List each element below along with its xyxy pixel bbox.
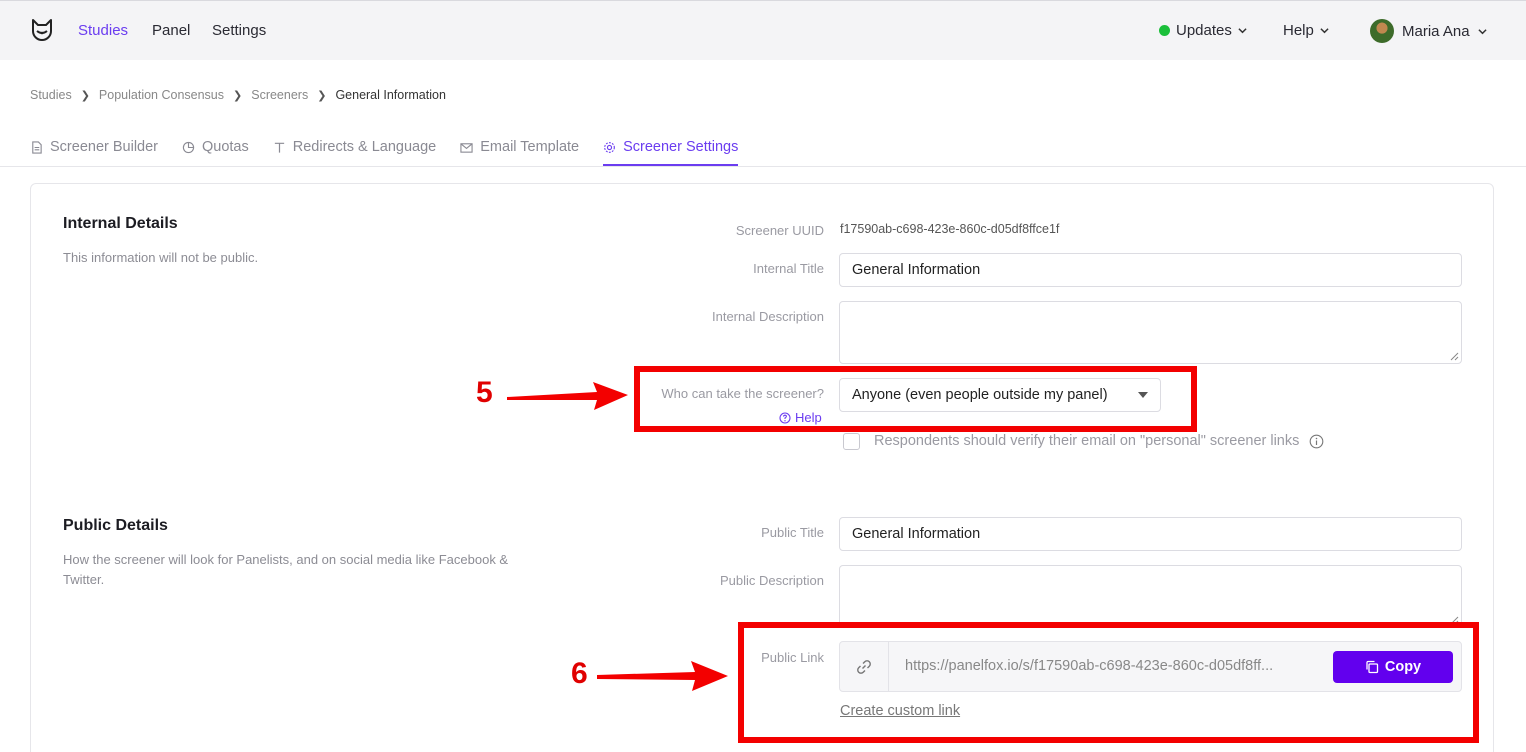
internal-details-description: This information will not be public. <box>63 250 259 265</box>
internal-description-label: Internal Description <box>712 309 824 324</box>
breadcrumb-study[interactable]: Population Consensus <box>99 88 224 102</box>
breadcrumb-current: General Information <box>335 88 446 102</box>
resize-handle-icon[interactable] <box>1450 352 1459 361</box>
tab-redirects-language[interactable]: Redirects & Language <box>273 128 437 166</box>
chevron-down-icon <box>1477 28 1487 34</box>
tab-label: Screener Settings <box>623 139 739 155</box>
internal-title-input[interactable]: General Information <box>839 253 1462 287</box>
nav-panel[interactable]: Panel <box>152 22 190 39</box>
tab-screener-builder[interactable]: Screener Builder <box>30 128 158 166</box>
chevron-right-icon: ❯ <box>317 89 327 102</box>
breadcrumb-studies[interactable]: Studies <box>30 88 72 102</box>
chevron-right-icon: ❯ <box>80 89 90 102</box>
verify-email-row: Respondents should verify their email on… <box>874 433 1324 449</box>
tab-label: Email Template <box>480 139 580 155</box>
help-label: Help <box>1283 22 1314 39</box>
annotation-box-6 <box>738 622 1479 743</box>
info-icon[interactable] <box>1309 434 1324 449</box>
nav-studies[interactable]: Studies <box>78 22 128 39</box>
public-description-textarea[interactable] <box>839 565 1462 628</box>
user-menu[interactable]: Maria Ana <box>1370 19 1487 43</box>
pie-chart-icon <box>182 141 195 153</box>
uuid-value: f17590ab-c698-423e-860c-d05df8ffce1f <box>840 222 1060 236</box>
document-icon <box>32 140 42 154</box>
annotation-arrow-icon <box>507 382 628 410</box>
public-details-title: Public Details <box>63 517 168 534</box>
tab-quotas[interactable]: Quotas <box>182 128 249 166</box>
verify-email-label: Respondents should verify their email on… <box>874 433 1300 449</box>
annotation-box-5 <box>634 366 1197 432</box>
updates-menu[interactable]: Updates <box>1159 22 1247 39</box>
screener-tabs: Screener Builder Quotas Redirects & Lang… <box>30 128 762 166</box>
internal-title-label: Internal Title <box>753 261 824 276</box>
nav-settings[interactable]: Settings <box>212 22 266 39</box>
public-description-label: Public Description <box>719 573 824 588</box>
public-details-description: How the screener will look for Panelists… <box>63 552 509 587</box>
updates-label: Updates <box>1176 22 1232 39</box>
tabs-divider <box>0 166 1526 167</box>
internal-details-title: Internal Details <box>63 215 178 232</box>
tab-screener-settings[interactable]: Screener Settings <box>603 128 739 166</box>
tab-email-template[interactable]: Email Template <box>460 128 579 166</box>
annotation-number-5: 5 <box>476 376 493 409</box>
annotation-number-6: 6 <box>571 657 588 690</box>
fox-logo-icon[interactable] <box>30 18 54 42</box>
status-dot-icon <box>1159 25 1170 36</box>
tab-label: Redirects & Language <box>292 139 437 155</box>
verify-email-checkbox[interactable] <box>843 433 860 450</box>
public-title-label: Public Title <box>761 525 824 540</box>
breadcrumb-screeners[interactable]: Screeners <box>251 88 308 102</box>
gear-icon <box>604 141 615 153</box>
annotation-arrow-icon <box>597 661 728 691</box>
user-name: Maria Ana <box>1402 22 1470 40</box>
help-menu[interactable]: Help <box>1283 22 1329 39</box>
breadcrumb: Studies ❯ Population Consensus ❯ Screene… <box>30 88 446 102</box>
top-navbar: Studies Panel Settings Updates Help Mari… <box>0 0 1526 60</box>
mail-icon <box>460 142 473 153</box>
avatar <box>1370 19 1394 43</box>
tab-label: Quotas <box>202 139 249 155</box>
tab-label: Screener Builder <box>50 139 158 155</box>
text-icon <box>274 142 284 153</box>
chevron-down-icon <box>1320 28 1329 34</box>
public-title-input[interactable]: General Information <box>839 517 1462 551</box>
chevron-right-icon: ❯ <box>233 89 243 102</box>
internal-description-textarea[interactable] <box>839 301 1462 364</box>
chevron-down-icon <box>1238 28 1247 34</box>
uuid-label: Screener UUID <box>735 223 824 238</box>
